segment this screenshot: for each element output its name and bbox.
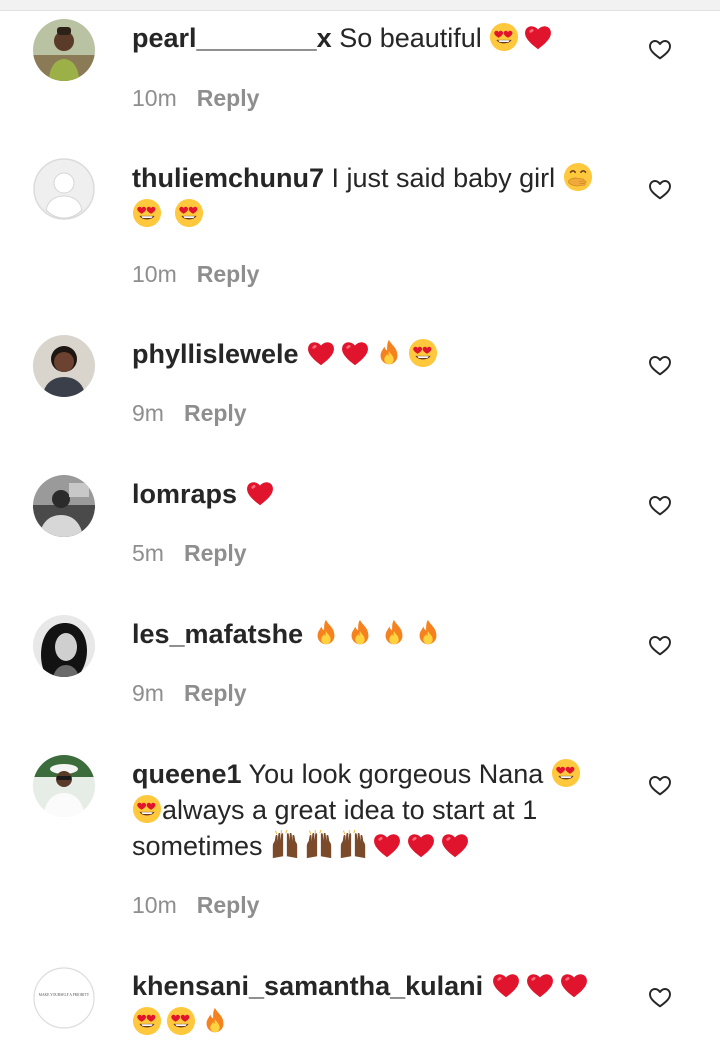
avatar[interactable] [33,615,95,677]
heart-eyes-emoji-icon [132,198,162,228]
red-heart-emoji-icon [559,970,589,1000]
comment-text [483,971,491,1001]
hand-over-mouth-emoji-icon [563,162,593,192]
red-heart-emoji-icon [491,970,521,1000]
heart-outline-icon[interactable] [648,634,672,656]
comment-time: 9m [132,400,164,426]
fire-emoji-icon [311,618,341,648]
red-heart-emoji-icon [372,830,402,860]
avatar[interactable] [33,158,95,220]
heart-eyes-emoji-icon [174,198,204,228]
comment-meta: 9m Reply [132,680,247,707]
avatar[interactable] [33,475,95,537]
comment-text [299,339,307,369]
comment-text [237,479,245,509]
comment-text: I just said baby girl [324,163,563,193]
heart-outline-icon[interactable] [648,354,672,376]
comment-username[interactable]: pearl________x [132,23,332,53]
fire-emoji-icon [413,618,443,648]
heart-eyes-emoji-icon [551,758,581,788]
reply-button[interactable]: Reply [184,680,247,706]
comment-body: lomraps [132,476,622,512]
avatar[interactable]: MAKE YOURSELF A PRIORITY [33,967,95,1029]
comment-text-continued: always a great idea to start at 1 someti… [132,795,538,861]
heart-outline-icon[interactable] [648,494,672,516]
fire-emoji-icon [200,1006,230,1036]
reply-button[interactable]: Reply [197,892,260,918]
comment-username[interactable]: phyllislewele [132,339,299,369]
comment-time: 9m [132,680,164,706]
reply-button[interactable]: Reply [184,400,247,426]
heart-outline-icon[interactable] [648,986,672,1008]
red-heart-emoji-icon [525,970,555,1000]
fire-emoji-icon [345,618,375,648]
red-heart-emoji-icon [340,338,370,368]
heart-outline-icon[interactable] [648,774,672,796]
fire-emoji-icon [379,618,409,648]
heart-outline-icon[interactable] [648,178,672,200]
avatar[interactable] [33,335,95,397]
raised-hands-emoji-icon [304,830,334,860]
comment-text: You look gorgeous Nana [241,759,551,789]
comment-username[interactable]: lomraps [132,479,237,509]
heart-eyes-emoji-icon [132,1006,162,1036]
comment-username[interactable]: queene1 [132,759,242,789]
red-heart-emoji-icon [245,478,275,508]
avatar-logo-text: MAKE YOURSELF A PRIORITY [39,993,90,997]
comment-meta: 9m Reply [132,400,247,427]
avatar[interactable] [33,19,95,81]
comment-time: 10m [132,892,177,918]
comment-body: queene1 You look gorgeous Nana always a … [132,756,622,864]
comment-username[interactable]: les_mafatshe [132,619,303,649]
comment-body: phyllislewele [132,336,622,372]
raised-hands-emoji-icon [270,830,300,860]
comment-text [303,619,311,649]
red-heart-emoji-icon [406,830,436,860]
red-heart-emoji-icon [523,22,553,52]
comment-time: 5m [132,540,164,566]
comment-meta: 5m Reply [132,540,247,567]
heart-eyes-emoji-icon [489,22,519,52]
reply-button[interactable]: Reply [197,85,260,111]
comment-body: khensani_samantha_kulani [132,968,622,1040]
comment-meta: 10m Reply [132,892,259,919]
comment-meta: 10m Reply [132,261,259,288]
comment-time: 10m [132,85,177,111]
comment-text: So beautiful [331,23,490,53]
comment-time: 10m [132,261,177,287]
raised-hands-emoji-icon [338,830,368,860]
heart-eyes-emoji-icon [408,338,438,368]
heart-outline-icon[interactable] [648,38,672,60]
comment-username[interactable]: khensani_samantha_kulani [132,971,483,1001]
heart-eyes-emoji-icon [166,1006,196,1036]
reply-button[interactable]: Reply [197,261,260,287]
comment-body: thuliemchunu7 I just said baby girl [132,160,622,232]
comment-meta: 10m Reply [132,85,259,112]
comment-body: pearl________x So beautiful [132,20,622,56]
reply-button[interactable]: Reply [184,540,247,566]
comment-username[interactable]: thuliemchunu7 [132,163,324,193]
fire-emoji-icon [374,338,404,368]
comment-body: les_mafatshe [132,616,622,652]
top-edge-divider [0,0,720,11]
avatar[interactable] [33,755,95,817]
heart-eyes-emoji-icon [132,794,162,824]
red-heart-emoji-icon [306,338,336,368]
red-heart-emoji-icon [440,830,470,860]
